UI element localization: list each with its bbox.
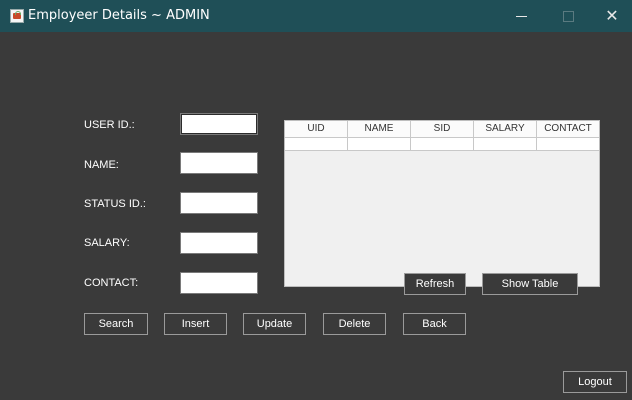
back-button[interactable]: Back (403, 313, 466, 335)
main-panel: USER ID.: NAME: STATUS ID.: SALARY: CONT… (0, 32, 632, 400)
delete-button[interactable]: Delete (323, 313, 386, 335)
table-cell[interactable] (474, 138, 537, 150)
salary-field[interactable] (180, 232, 258, 254)
contact-field[interactable] (180, 272, 258, 294)
java-cup-icon (10, 9, 24, 23)
name-field[interactable] (180, 152, 258, 174)
user-id-field[interactable] (180, 113, 258, 135)
table-header: UID NAME SID SALARY CONTACT (285, 121, 599, 138)
employee-table[interactable]: UID NAME SID SALARY CONTACT (284, 120, 600, 287)
title-bar: Employeer Details ~ ADMIN ✕ (0, 0, 632, 32)
update-button[interactable]: Update (243, 313, 306, 335)
maximize-icon[interactable] (548, 0, 588, 32)
column-header-name[interactable]: NAME (348, 121, 411, 137)
logout-button[interactable]: Logout (563, 371, 627, 393)
contact-label: CONTACT: (84, 277, 139, 289)
column-header-contact[interactable]: CONTACT (537, 121, 599, 137)
close-icon[interactable]: ✕ (592, 0, 632, 32)
column-header-salary[interactable]: SALARY (474, 121, 537, 137)
insert-button[interactable]: Insert (164, 313, 227, 335)
show-table-button[interactable]: Show Table (482, 273, 578, 295)
status-id-label: STATUS ID.: (84, 198, 146, 210)
salary-label: SALARY: (84, 237, 130, 249)
refresh-button[interactable]: Refresh (404, 273, 466, 295)
user-id-label: USER ID.: (84, 119, 135, 131)
status-id-field[interactable] (180, 192, 258, 214)
column-header-sid[interactable]: SID (411, 121, 474, 137)
minimize-icon[interactable] (502, 0, 542, 32)
window-title: Employeer Details ~ ADMIN (28, 8, 210, 23)
column-header-uid[interactable]: UID (285, 121, 348, 137)
table-cell[interactable] (348, 138, 411, 150)
table-cell[interactable] (285, 138, 348, 150)
table-row[interactable] (285, 138, 599, 151)
name-label: NAME: (84, 159, 119, 171)
search-button[interactable]: Search (84, 313, 148, 335)
table-cell[interactable] (537, 138, 599, 150)
table-cell[interactable] (411, 138, 474, 150)
